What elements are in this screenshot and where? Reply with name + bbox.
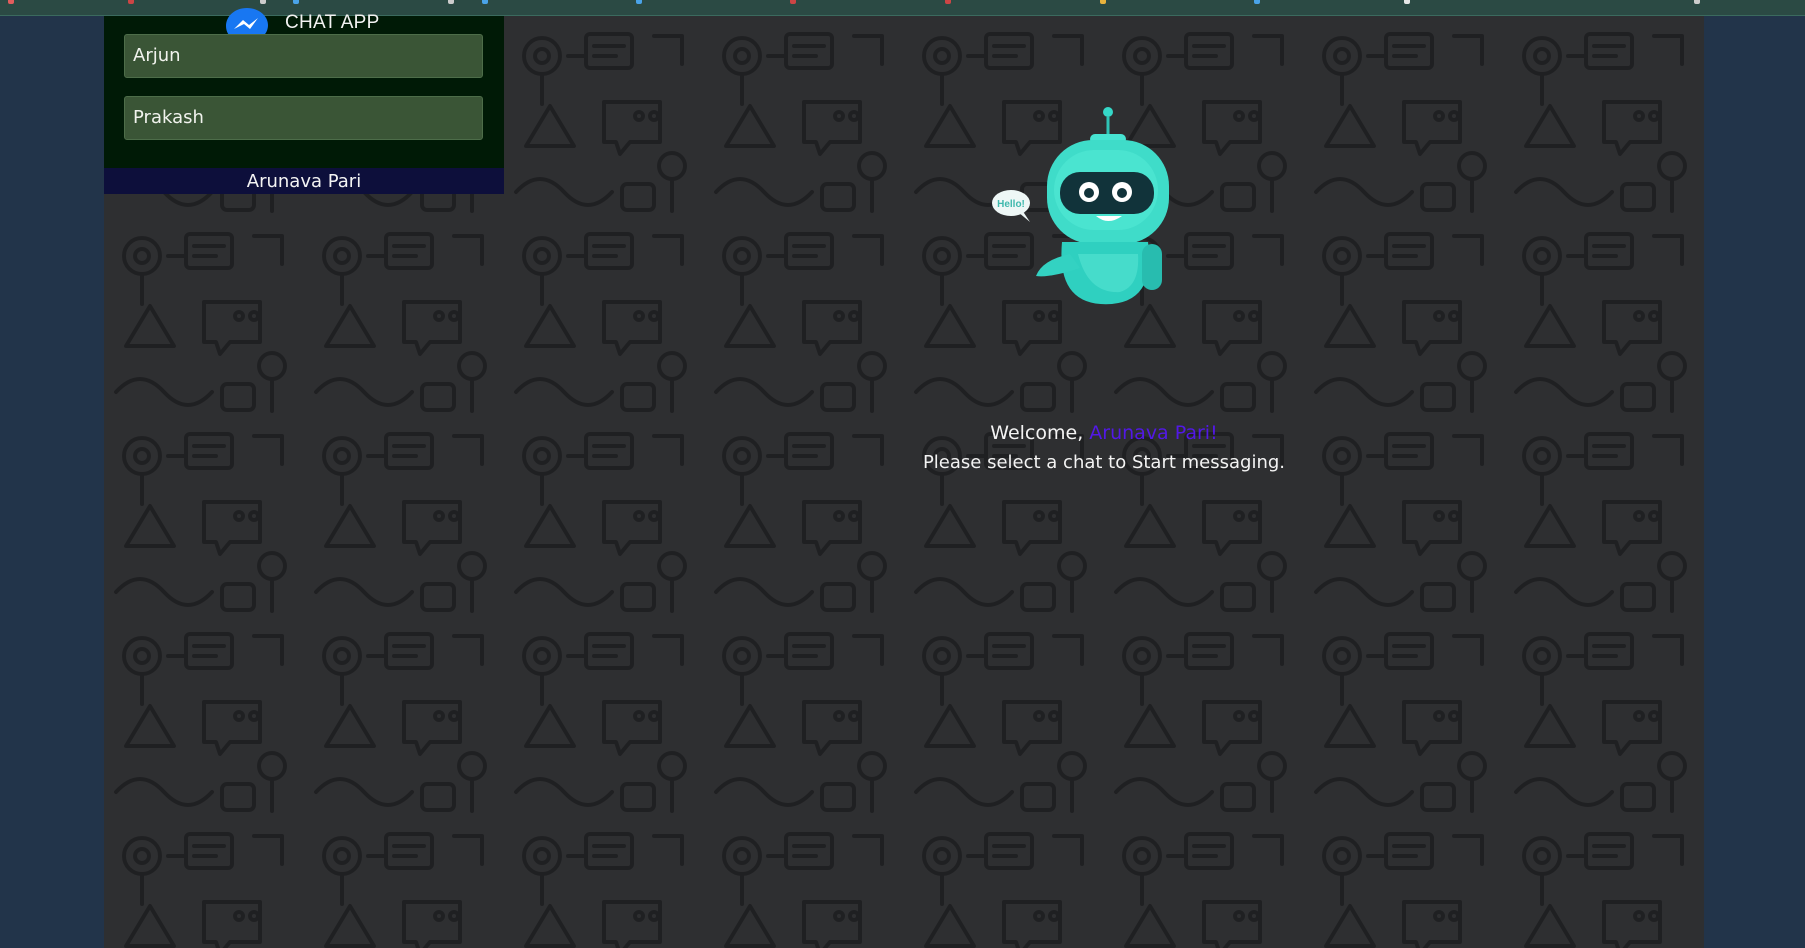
current-user-bar: Arunava Pari <box>104 168 504 194</box>
browser-top-strip <box>0 0 1805 16</box>
welcome-line: Welcome, Arunava Pari! <box>804 418 1404 448</box>
contact-item-arjun[interactable]: Arjun <box>124 34 483 78</box>
sidebar: CHAT APP Arjun Prakash Arunava Pari <box>104 8 504 194</box>
robot-icon: Hello! <box>992 107 1169 305</box>
contact-name: Arjun <box>133 45 181 66</box>
app-brand: CHAT APP <box>104 8 504 44</box>
robot-greeting-bubble: Hello! <box>997 199 1025 210</box>
welcome-user-name: Arunava Pari! <box>1089 422 1218 444</box>
welcome-instruction: Please select a chat to Start messaging. <box>922 452 1286 473</box>
contact-item-prakash[interactable]: Prakash <box>124 96 483 140</box>
welcome-message: Welcome, Arunava Pari! Please select a c… <box>804 418 1404 478</box>
contact-name: Prakash <box>133 107 204 128</box>
current-user-name: Arunava Pari <box>246 171 362 192</box>
app-title: CHAT APP <box>285 12 380 33</box>
sidebar-panel: CHAT APP Arjun Prakash <box>104 8 504 168</box>
welcome-greeting: Welcome, <box>990 422 1084 444</box>
